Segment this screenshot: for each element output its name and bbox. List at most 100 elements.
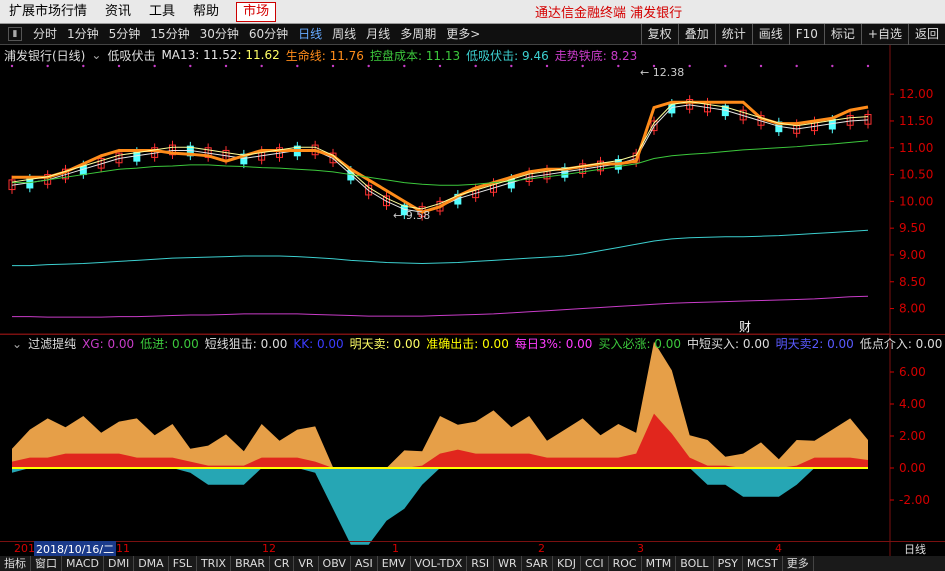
signal-dot — [724, 64, 727, 68]
period-multi[interactable]: 多周期 — [395, 24, 441, 44]
period-label: 日线 — [904, 542, 926, 556]
tab-dma[interactable]: DMA — [134, 556, 169, 571]
y-tick-label: 11.50 — [899, 114, 933, 128]
xg-value: XG: 0.00 — [82, 336, 135, 351]
date-label-dec: 12 — [262, 542, 276, 555]
period-1min[interactable]: 1分钟 — [62, 24, 104, 44]
indicator-dropdown-icon[interactable]: ⌄ — [91, 48, 101, 62]
period-60min[interactable]: 60分钟 — [244, 24, 293, 44]
sub-y-tick-label: 0.00 — [899, 461, 926, 475]
signal-dot — [403, 64, 406, 68]
menu-item-news[interactable]: 资讯 — [96, 0, 140, 24]
tab-rsi[interactable]: RSI — [467, 556, 495, 571]
add-favorite-button[interactable]: +自选 — [860, 24, 908, 45]
back-button[interactable]: 返回 — [907, 24, 945, 45]
signal-dot — [82, 64, 85, 68]
sub-indicator-dropdown-icon[interactable]: ⌄ — [12, 337, 22, 351]
tab-mtm[interactable]: MTM — [642, 556, 677, 571]
tab-brar[interactable]: BRAR — [231, 556, 271, 571]
control-cost-value: 控盘成本: 11.13 — [369, 48, 461, 63]
signal-dot — [10, 64, 14, 68]
tab-fsl[interactable]: FSL — [169, 556, 197, 571]
indicator-name[interactable]: 低吸伏击 — [107, 47, 155, 64]
date-label-mar: 3 — [637, 542, 644, 555]
f10-button[interactable]: F10 — [788, 24, 824, 45]
series-line-4 — [12, 295, 869, 318]
signal-dot — [617, 64, 620, 68]
high-annotation: ← 12.38 — [640, 66, 684, 79]
menu-item-help[interactable]: 帮助 — [184, 0, 228, 24]
period-30min[interactable]: 30分钟 — [195, 24, 244, 44]
signal-dot — [438, 64, 442, 68]
date-label-apr: 4 — [775, 542, 782, 555]
signal-dot — [296, 64, 299, 68]
tab-obv[interactable]: OBV — [319, 556, 351, 571]
y-tick-label: 11.00 — [899, 141, 933, 155]
period-intraday[interactable]: 分时 — [28, 24, 62, 44]
restore-rights-button[interactable]: 复权 — [640, 24, 678, 45]
tab-kdj[interactable]: KDJ — [553, 556, 581, 571]
series-line-1 — [12, 100, 869, 214]
series-line-2 — [12, 140, 869, 186]
period-more[interactable]: 更多> — [441, 24, 485, 44]
tab-dmi[interactable]: DMI — [104, 556, 135, 571]
tab-more[interactable]: 更多 — [783, 556, 814, 571]
sub-indicator-name[interactable]: 过滤提纯 — [28, 335, 76, 352]
menu-item-extended-market[interactable]: 扩展市场行情 — [0, 0, 96, 24]
tab-wr[interactable]: WR — [494, 556, 522, 571]
dijin-value: 低进: 0.00 — [140, 337, 199, 351]
period-daily[interactable]: 日线 — [293, 24, 327, 44]
sub-y-tick-label: 4.00 — [899, 397, 926, 411]
sub-y-tick-label: -2.00 — [899, 493, 930, 507]
tab-trix[interactable]: TRIX — [197, 556, 232, 571]
signal-dot — [510, 64, 513, 68]
tab-mcst[interactable]: MCST — [743, 556, 783, 571]
series-line-0 — [11, 104, 869, 213]
period-monthly[interactable]: 月线 — [361, 24, 395, 44]
tab-window[interactable]: 窗口 — [31, 556, 62, 571]
tab-cr[interactable]: CR — [270, 556, 295, 571]
sell-tomorrow-value: 明天卖: 0.00 — [349, 337, 421, 351]
tab-vr[interactable]: VR — [294, 556, 319, 571]
tab-sar[interactable]: SAR — [522, 556, 554, 571]
tab-emv[interactable]: EMV — [378, 556, 411, 571]
period-5min[interactable]: 5分钟 — [104, 24, 146, 44]
panel-toggle-icon[interactable]: ▮ — [8, 27, 22, 41]
signal-dot — [831, 64, 834, 68]
date-label-year: 201 — [14, 542, 35, 555]
signal-dot — [581, 64, 584, 68]
menu-item-tools[interactable]: 工具 — [140, 0, 184, 24]
stock-name: 浦发银行(日线) — [4, 48, 86, 63]
sell-tomorrow2-value: 明天卖2: 0.00 — [775, 337, 854, 351]
tab-macd[interactable]: MACD — [62, 556, 104, 571]
tab-vol-tdx[interactable]: VOL-TDX — [411, 556, 468, 571]
finance-marker: 财 — [739, 320, 751, 334]
low-annotation: ← 9.58 — [393, 209, 430, 222]
period-15min[interactable]: 15分钟 — [145, 24, 194, 44]
signal-dot — [474, 64, 477, 68]
y-tick-label: 9.50 — [899, 221, 926, 235]
signal-dot — [260, 64, 263, 68]
price-chart[interactable]: 12.0011.5011.0010.5010.009.509.008.508.0… — [0, 0, 945, 571]
tab-indicator[interactable]: 指标 — [0, 556, 31, 571]
y-tick-label: 8.50 — [899, 275, 926, 289]
signal-dot — [866, 64, 870, 68]
draw-line-button[interactable]: 画线 — [751, 24, 789, 45]
y-tick-label: 8.00 — [899, 302, 926, 316]
tab-cci[interactable]: CCI — [581, 556, 609, 571]
signal-dot — [331, 64, 335, 68]
statistics-button[interactable]: 统计 — [714, 24, 752, 45]
accurate-strike-value: 准确出击: 0.00 — [426, 337, 509, 351]
tab-psy[interactable]: PSY — [714, 556, 743, 571]
y-tick-label: 9.00 — [899, 248, 926, 262]
mark-button[interactable]: 标记 — [823, 24, 861, 45]
cursor-date-label: 2018/10/16/二 — [34, 540, 117, 557]
tab-boll[interactable]: BOLL — [676, 556, 714, 571]
sub-indicator-legend: ⌄ 过滤提纯 XG: 0.00 低进: 0.00 短线狙击: 0.00 KK: … — [0, 334, 945, 352]
tab-asi[interactable]: ASI — [351, 556, 378, 571]
market-button[interactable]: 市场 — [236, 1, 277, 22]
period-weekly[interactable]: 周线 — [327, 24, 361, 44]
signal-dot — [224, 64, 228, 68]
overlay-button[interactable]: 叠加 — [677, 24, 715, 45]
tab-roc[interactable]: ROC — [609, 556, 642, 571]
